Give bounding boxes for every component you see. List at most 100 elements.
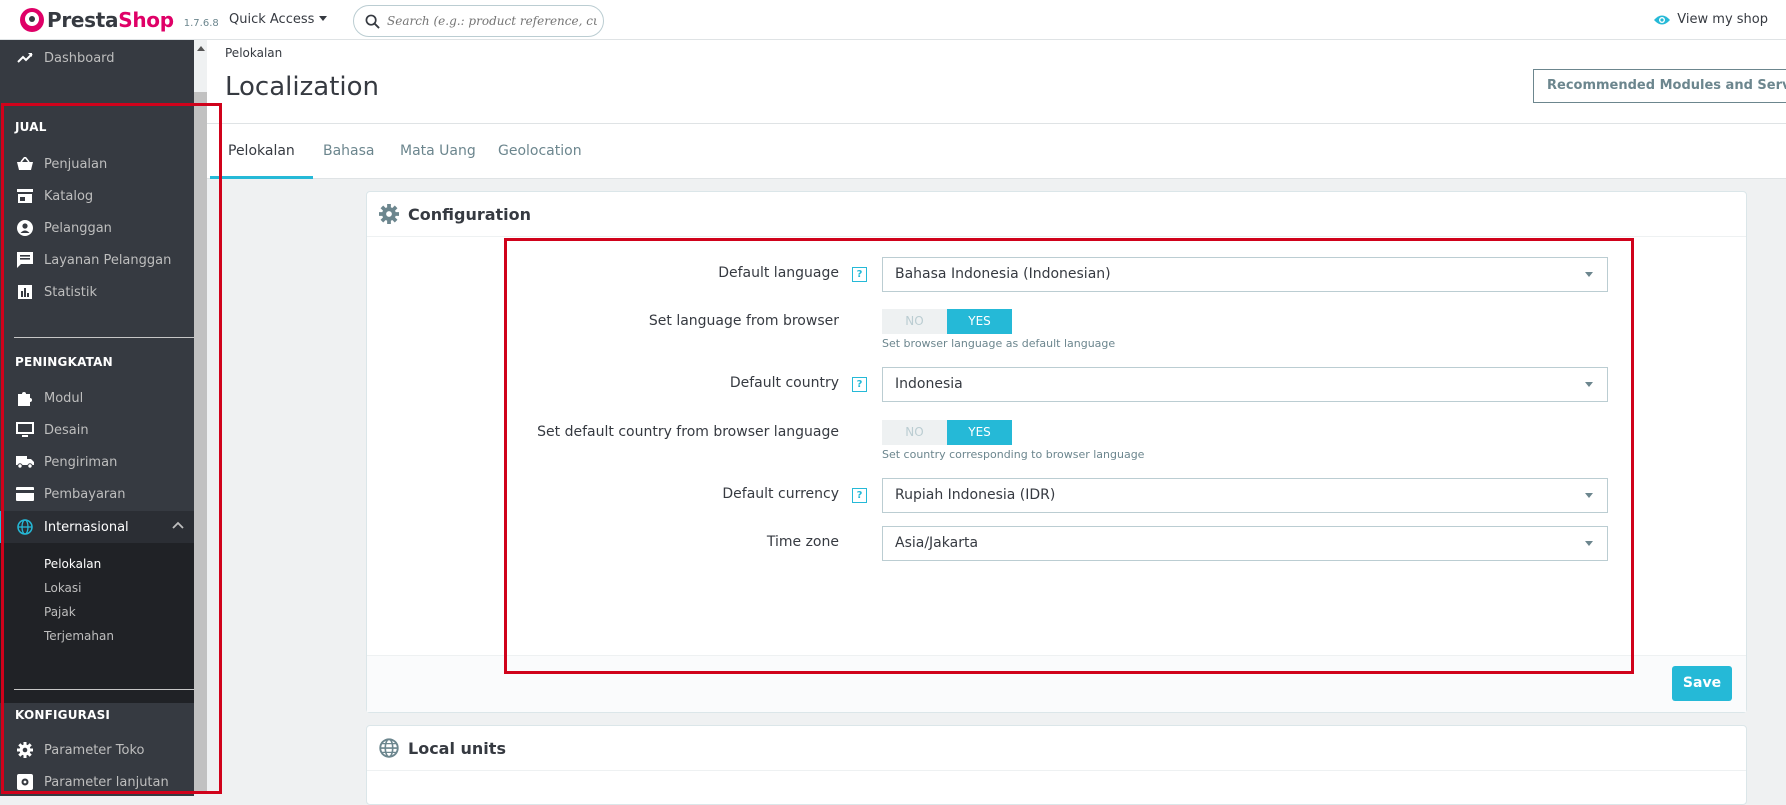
settings-box-icon (16, 773, 34, 791)
main-content: Pelokalan Localization Recommended Modul… (207, 40, 1786, 805)
eye-icon (1654, 15, 1671, 24)
sidebar-section-konfigurasi: KONFIGURASI (15, 708, 111, 722)
sidebar-item-label: Pengiriman (44, 454, 118, 470)
sidebar-item-label: Dashboard (44, 50, 115, 66)
caret-down-icon (1585, 541, 1593, 546)
tab-bar: Pelokalan Bahasa Mata Uang Geolocation (207, 124, 1786, 179)
help-icon[interactable]: ? (852, 488, 867, 503)
sidebar-item-pelanggan[interactable]: Pelanggan (0, 213, 194, 243)
save-button[interactable]: Save (1672, 666, 1732, 701)
submenu-item-pelokalan[interactable]: Pelokalan (44, 557, 101, 571)
set-country-from-browser-switch[interactable]: NO YES (882, 420, 1012, 445)
sidebar-item-katalog[interactable]: Katalog (0, 181, 194, 211)
sidebar-divider (14, 689, 194, 690)
set-country-hint: Set country corresponding to browser lan… (882, 448, 1145, 461)
search-box[interactable] (353, 5, 604, 37)
default-currency-select[interactable]: Rupiah Indonesia (IDR) (882, 478, 1608, 513)
credit-card-icon (16, 485, 34, 503)
desktop-icon (16, 421, 34, 439)
search-icon (365, 14, 380, 29)
sidebar-item-parameter-toko[interactable]: Parameter Toko (0, 735, 194, 765)
sidebar-item-label: Statistik (44, 284, 98, 300)
time-zone-label: Time zone (766, 534, 839, 550)
gear-icon (379, 204, 399, 224)
set-country-from-browser-label: Set default country from browser languag… (537, 424, 839, 440)
configuration-title: Configuration (408, 204, 532, 224)
switch-yes-option[interactable]: YES (947, 309, 1012, 334)
default-currency-label: Default currency (722, 486, 839, 502)
switch-no-option[interactable]: NO (882, 420, 947, 445)
submenu-item-terjemahan[interactable]: Terjemahan (44, 629, 114, 643)
view-my-shop-link[interactable]: View my shop (1653, 12, 1768, 27)
sidebar-item-label: Pembayaran (44, 486, 126, 502)
sidebar-item-label: Internasional (44, 519, 129, 535)
set-language-from-browser-label: Set language from browser (648, 313, 839, 329)
prestashop-logo-icon (20, 8, 44, 32)
submenu-item-lokasi[interactable]: Lokasi (44, 581, 82, 595)
recommended-modules-button[interactable]: Recommended Modules and Services (1533, 69, 1786, 103)
account-circle-icon (16, 219, 34, 237)
sidebar-item-dashboard[interactable]: Dashboard (0, 43, 194, 73)
sidebar-item-layanan-pelanggan[interactable]: Layanan Pelanggan (0, 245, 194, 275)
local-units-panel-header: Local units (367, 726, 1746, 771)
time-zone-select[interactable]: Asia/Jakarta (882, 526, 1608, 561)
time-zone-value: Asia/Jakarta (895, 535, 979, 551)
caret-down-icon (319, 16, 328, 21)
sidebar-submenu: Pelokalan Lokasi Pajak Terjemahan (0, 543, 194, 703)
globe-icon (379, 738, 399, 758)
prestashop-logo[interactable]: PrestaShop 1.7.6.8 (20, 8, 219, 32)
help-icon[interactable]: ? (852, 267, 867, 282)
tab-bahasa[interactable]: Bahasa (305, 124, 393, 179)
bar-chart-icon (16, 283, 34, 301)
sidebar-item-statistik[interactable]: Statistik (0, 277, 194, 307)
globe-icon (16, 518, 34, 536)
sidebar-item-desain[interactable]: Desain (0, 415, 194, 445)
sidebar-item-label: Layanan Pelanggan (44, 252, 172, 268)
breadcrumb[interactable]: Pelokalan (225, 46, 282, 60)
caret-down-icon (1585, 382, 1593, 387)
sidebar-item-label: Modul (44, 390, 84, 406)
help-icon[interactable]: ? (852, 377, 867, 392)
sidebar-item-pembayaran[interactable]: Pembayaran (0, 479, 194, 509)
tab-geolocation[interactable]: Geolocation (480, 124, 600, 179)
scroll-up-arrow-icon[interactable] (197, 46, 205, 51)
sidebar-divider (14, 337, 194, 338)
sidebar-item-internasional[interactable]: Internasional (0, 511, 194, 543)
sidebar-item-pengiriman[interactable]: Pengiriman (0, 447, 194, 477)
sidebar-item-label: Pelanggan (44, 220, 112, 236)
default-language-select[interactable]: Bahasa Indonesia (Indonesian) (882, 257, 1608, 292)
chevron-up-icon[interactable] (172, 521, 184, 529)
store-icon (16, 187, 34, 205)
sidebar-section-peningkatan: PENINGKATAN (15, 355, 113, 369)
local-units-title: Local units (408, 738, 506, 758)
tab-mata-uang[interactable]: Mata Uang (382, 124, 494, 179)
default-country-label: Default country (729, 375, 839, 391)
set-language-from-browser-switch[interactable]: NO YES (882, 309, 1012, 334)
search-input[interactable] (387, 14, 597, 28)
quick-access-label: Quick Access (229, 12, 315, 27)
switch-yes-option[interactable]: YES (947, 420, 1012, 445)
quick-access-dropdown[interactable]: Quick Access (229, 12, 328, 27)
configuration-panel: Configuration Default language ? Bahasa … (366, 191, 1747, 713)
caret-down-icon (1585, 493, 1593, 498)
sidebar-scrollbar[interactable] (194, 40, 207, 796)
scrollbar-thumb[interactable] (194, 92, 207, 792)
truck-icon (16, 453, 34, 471)
sidebar-item-label: Penjualan (44, 156, 108, 172)
default-country-select[interactable]: Indonesia (882, 367, 1608, 402)
sidebar-item-label: Parameter lanjutan (44, 774, 169, 790)
puzzle-icon (16, 389, 34, 407)
trending-up-icon (16, 49, 34, 67)
tab-pelokalan[interactable]: Pelokalan (210, 124, 313, 179)
sidebar-item-parameter-lanjutan[interactable]: Parameter lanjutan (0, 767, 194, 796)
configuration-panel-header: Configuration (367, 192, 1746, 237)
gear-icon (16, 741, 34, 759)
logo-text-shop: Shop (118, 8, 174, 32)
view-my-shop-label: View my shop (1677, 12, 1768, 27)
sidebar-item-label: Parameter Toko (44, 742, 145, 758)
sidebar-item-penjualan[interactable]: Penjualan (0, 149, 194, 179)
sidebar-item-label: Desain (44, 422, 89, 438)
switch-no-option[interactable]: NO (882, 309, 947, 334)
sidebar-item-modul[interactable]: Modul (0, 383, 194, 413)
submenu-item-pajak[interactable]: Pajak (44, 605, 76, 619)
